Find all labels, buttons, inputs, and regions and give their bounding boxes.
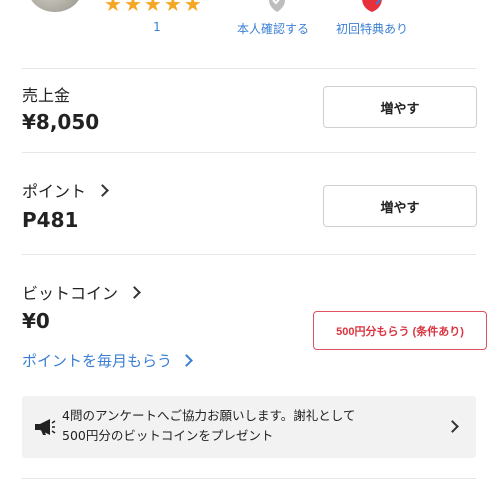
sales-title: 売上金 (22, 82, 70, 106)
monthly-points-link[interactable]: ポイントを毎月もらう (22, 350, 193, 371)
notice-line-2: 500円分のビットコインをプレゼント (62, 428, 274, 443)
star-icon: ★ (123, 0, 142, 16)
profile-summary: ★ ★ ★ ★ ★ 1 本人確認する 初回特典あり (0, 0, 498, 44)
sales-title-label: 売上金 (22, 86, 71, 105)
bitcoin-amount: ¥0 (22, 309, 50, 333)
increase-points-button[interactable]: 増やす (323, 185, 477, 227)
bitcoin-title-label: ビットコイン (22, 284, 119, 303)
star-icon: ★ (143, 0, 162, 16)
star-icon: ★ (104, 0, 122, 16)
chevron-right-icon (128, 285, 141, 299)
bitcoin-title[interactable]: ビットコイン (22, 280, 141, 304)
star-icon: ★ (163, 0, 182, 16)
divider (22, 68, 476, 69)
rating-count[interactable]: 1 (150, 20, 164, 34)
chevron-right-icon (446, 420, 459, 433)
megaphone-icon (35, 419, 56, 435)
gift-icon (362, 0, 382, 12)
avatar[interactable] (28, 0, 82, 12)
points-title[interactable]: ポイント (22, 178, 109, 202)
shield-check-icon (269, 0, 285, 12)
increase-sales-button[interactable]: 増やす (323, 86, 477, 128)
points-title-label: ポイント (22, 182, 87, 201)
divider (22, 254, 476, 255)
survey-notice-text: 4問のアンケートへご協力お願いします。謝礼として 500円分のビットコインをプレ… (62, 406, 355, 446)
rating-stars: ★ ★ ★ ★ ★ (104, 0, 202, 14)
notice-line-1: 4問のアンケートへご協力お願いします。謝礼として (62, 408, 356, 423)
monthly-points-label: ポイントを毎月もらう (22, 352, 173, 370)
chevron-right-icon (96, 183, 109, 197)
verify-label: 本人確認する (236, 22, 309, 36)
sales-amount: ¥8,050 (22, 110, 100, 134)
bitcoin-promo-button[interactable]: 500円分もらう (条件あり) (313, 311, 487, 350)
survey-notice-banner[interactable]: 4問のアンケートへご協力お願いします。謝礼として 500円分のビットコインをプレ… (22, 396, 476, 458)
star-icon: ★ (183, 0, 202, 16)
divider (22, 152, 476, 153)
first-bonus-label: 初回特典あり (335, 22, 408, 36)
chevron-right-icon (180, 354, 193, 367)
divider (22, 478, 476, 479)
points-amount: P481 (22, 208, 79, 232)
